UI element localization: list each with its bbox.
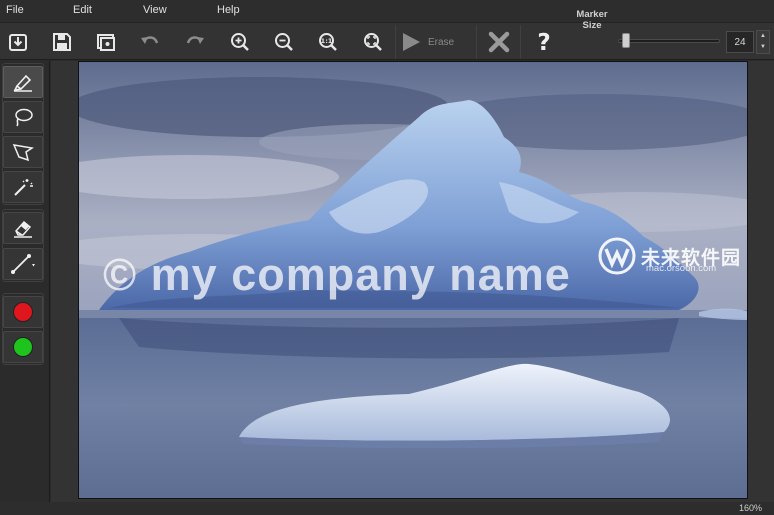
zoom-actual-size-button[interactable]: 1:1: [313, 27, 343, 57]
play-icon: [403, 33, 420, 51]
polygon-lasso-tool-button[interactable]: [3, 136, 43, 168]
zoom-out-button[interactable]: [269, 27, 299, 57]
question-mark-icon: ?: [537, 30, 550, 54]
menu-edit[interactable]: Edit: [73, 4, 92, 16]
polygon-lasso-icon: [12, 144, 34, 162]
erase-button[interactable]: Erase: [400, 27, 472, 57]
logo-watermark-icon: [598, 237, 636, 275]
erase-label: Erase: [428, 36, 455, 48]
marker-size-stepper[interactable]: ▲ ▼: [756, 30, 770, 54]
import-icon: [9, 34, 27, 51]
zoom-actual-icon: 1:1: [319, 33, 337, 51]
import-button[interactable]: [3, 27, 33, 57]
toolbar-separator: [395, 25, 396, 59]
redo-icon: [186, 36, 204, 44]
tool-panel: [0, 61, 50, 502]
lasso-tool-button[interactable]: [3, 101, 43, 133]
marker-size-slider[interactable]: [618, 39, 720, 43]
menu-help[interactable]: Help: [217, 4, 240, 16]
toolbar-separator: [520, 25, 521, 59]
zoom-in-button[interactable]: [225, 27, 255, 57]
eraser-tool-button[interactable]: [3, 212, 43, 244]
marker-icon: [13, 74, 32, 92]
red-marker-color-button[interactable]: [3, 296, 43, 328]
preview-icon: [97, 34, 115, 51]
green-color-swatch: [13, 337, 33, 357]
green-marker-color-button[interactable]: [3, 331, 43, 363]
status-bar: 160%: [0, 502, 774, 515]
undo-button[interactable]: [135, 27, 165, 57]
save-button[interactable]: [47, 27, 77, 57]
close-icon: [488, 31, 510, 53]
zoom-out-icon: [275, 33, 293, 51]
logo-watermark-url: mac.orsoon.com: [646, 263, 717, 274]
line-tool-button[interactable]: [3, 248, 43, 280]
magic-wand-icon: [14, 179, 33, 196]
line-icon: [11, 254, 35, 274]
stepper-down-icon[interactable]: ▼: [757, 42, 769, 53]
undo-icon: [141, 36, 159, 44]
marker-size-label: Marker Size: [568, 9, 616, 31]
redo-button[interactable]: [180, 27, 210, 57]
marker-tool-button[interactable]: [3, 66, 43, 98]
lasso-icon: [15, 108, 33, 127]
eraser-icon: [14, 220, 32, 238]
svg-text:?: ?: [537, 30, 550, 54]
save-icon: [53, 33, 71, 51]
marker-size-label-line1: Marker: [576, 9, 608, 20]
magic-wand-tool-button[interactable]: [3, 171, 43, 203]
marker-size-slider-thumb[interactable]: [622, 33, 630, 48]
menu-bar: File Edit View Help: [0, 0, 774, 22]
stepper-up-icon[interactable]: ▲: [757, 31, 769, 42]
menu-file[interactable]: File: [6, 4, 24, 16]
marker-size-input[interactable]: 24: [726, 31, 754, 53]
menu-view[interactable]: View: [143, 4, 167, 16]
preview-button[interactable]: [91, 27, 121, 57]
watermark-text: © my company name: [103, 249, 571, 300]
help-button[interactable]: ?: [529, 27, 559, 57]
zoom-in-icon: [231, 33, 249, 51]
toolbar-separator: [476, 25, 477, 59]
marker-size-label-line2: Size: [582, 20, 602, 31]
svg-text:1:1: 1:1: [321, 37, 333, 45]
zoom-level: 160%: [738, 503, 762, 513]
cancel-button[interactable]: [484, 27, 514, 57]
red-color-swatch: [13, 302, 33, 322]
zoom-fit-button[interactable]: [358, 27, 388, 57]
zoom-fit-icon: [364, 33, 382, 51]
